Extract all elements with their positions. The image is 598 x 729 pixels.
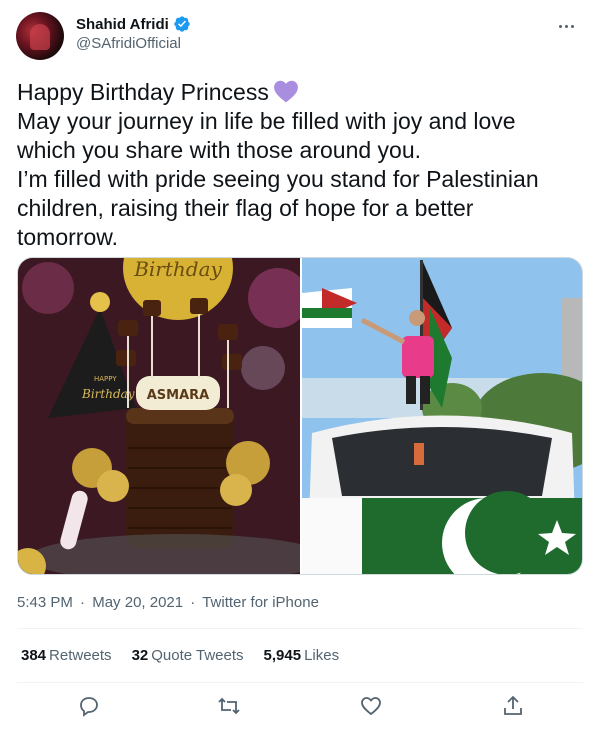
tweet-line: children, raising their flag of hope for… xyxy=(17,195,474,221)
like-icon[interactable] xyxy=(359,694,383,718)
flag-car-illustration xyxy=(302,258,582,574)
tweet-header: Shahid Afridi @SAfridiOfficial xyxy=(16,12,582,62)
tweet-date[interactable]: May 20, 2021 xyxy=(92,594,183,611)
tweet-line: Happy Birthday Princess xyxy=(17,79,269,105)
tweet-meta: 5:43 PM · May 20, 2021 · Twitter for iPh… xyxy=(17,594,319,611)
photo-girl-with-flag[interactable] xyxy=(302,258,582,574)
hat-text-2: Birthday xyxy=(81,387,135,401)
quote-tweets-stat[interactable]: 32 Quote Tweets xyxy=(132,647,244,664)
tweet-line: which you share with those around you. xyxy=(17,137,422,163)
action-bar xyxy=(17,688,583,724)
purple-heart-icon xyxy=(273,80,298,103)
divider xyxy=(17,682,583,683)
hat-text-1: HAPPY xyxy=(94,375,117,383)
reply-icon[interactable] xyxy=(77,694,101,718)
likes-stat[interactable]: 5,945 Likes xyxy=(264,647,340,664)
tweet-text: Happy Birthday Princess May your journey … xyxy=(17,78,577,252)
display-name[interactable]: Shahid Afridi xyxy=(76,16,169,33)
more-options-icon[interactable] xyxy=(554,16,578,36)
verified-icon xyxy=(174,16,190,32)
divider xyxy=(17,628,583,629)
author-block: Shahid Afridi @SAfridiOfficial xyxy=(76,14,191,52)
tweet-line: May your journey in life be filled with … xyxy=(17,108,516,134)
cake-name-label: ASMARA xyxy=(147,388,210,403)
media-grid: Birthday HAPPY Birthday ASMARA xyxy=(17,257,583,575)
tweet-source[interactable]: Twitter for iPhone xyxy=(202,594,319,611)
tweet-time[interactable]: 5:43 PM xyxy=(17,594,73,611)
avatar[interactable] xyxy=(16,12,64,60)
share-icon[interactable] xyxy=(501,694,525,718)
photo-birthday-cake[interactable]: Birthday HAPPY Birthday ASMARA xyxy=(18,258,300,574)
tweet-stats: 384 Retweets 32 Quote Tweets 5,945 Likes xyxy=(21,647,339,664)
retweets-stat[interactable]: 384 Retweets xyxy=(21,647,112,664)
tweet-line: tomorrow. xyxy=(17,224,118,250)
cake-topper-text: Birthday xyxy=(133,258,222,281)
handle[interactable]: @SAfridiOfficial xyxy=(76,35,191,52)
retweet-icon[interactable] xyxy=(217,694,241,718)
cake-illustration: Birthday HAPPY Birthday ASMARA xyxy=(18,258,300,574)
tweet-line: I’m filled with pride seeing you stand f… xyxy=(17,166,539,192)
